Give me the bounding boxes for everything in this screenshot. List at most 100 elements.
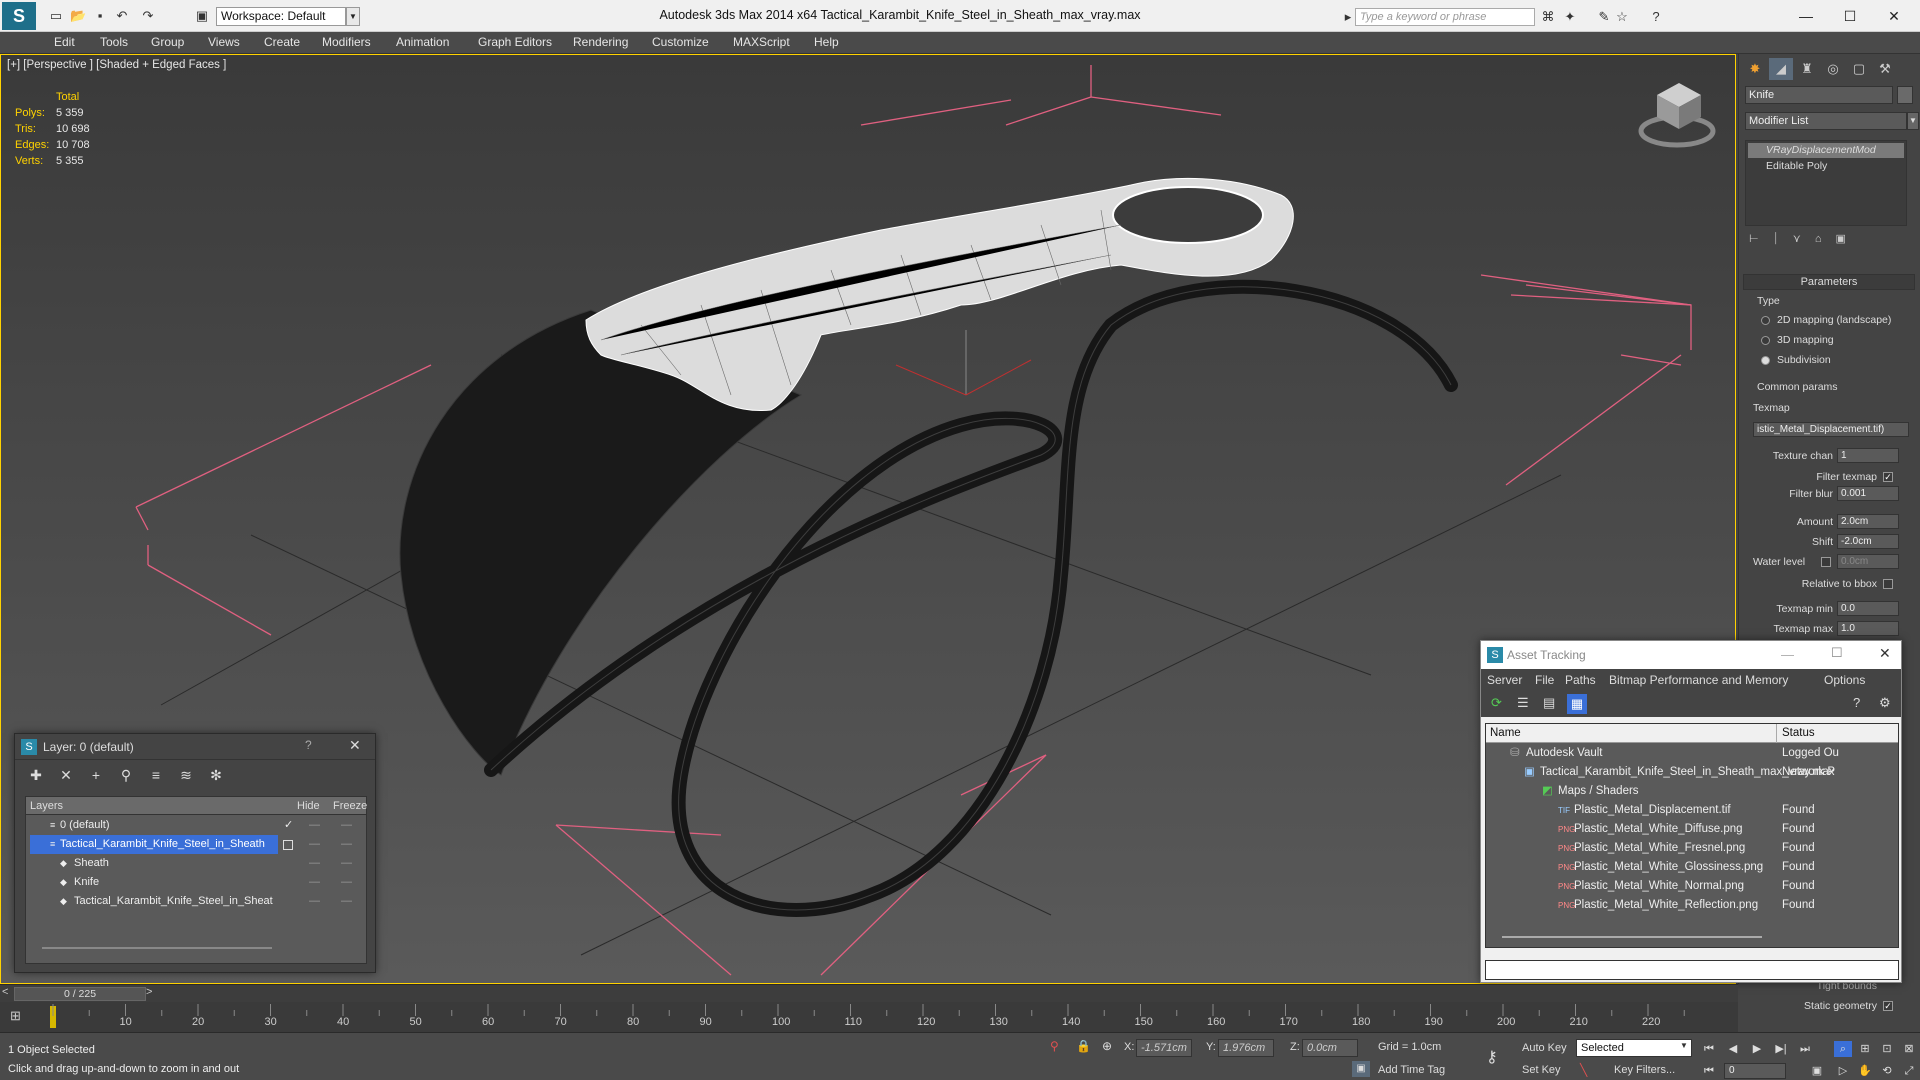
modify-tab-icon[interactable]: ◢: [1769, 58, 1793, 80]
radio-subdivision[interactable]: [1761, 356, 1770, 365]
radio-2d-mapping[interactable]: [1761, 316, 1770, 325]
next-frame-icon[interactable]: ▶|: [1772, 1041, 1790, 1057]
save-file-icon[interactable]: ▪: [92, 8, 108, 24]
active-layer-check-icon[interactable]: ✓: [284, 816, 293, 835]
asset-row[interactable]: TIF Plastic_Metal_Displacement.tif Found: [1486, 801, 1898, 820]
close-icon[interactable]: ✕: [349, 737, 361, 754]
list-view-icon[interactable]: ☰: [1517, 695, 1529, 711]
object-name-field[interactable]: Knife: [1745, 86, 1893, 104]
search-input[interactable]: Type a keyword or phrase: [1355, 8, 1535, 26]
table-view-icon[interactable]: ▤: [1543, 695, 1555, 711]
viewport-label[interactable]: [+] [Perspective ] [Shaded + Edged Faces…: [7, 59, 226, 71]
subscription-icon[interactable]: ✦: [1562, 9, 1578, 25]
help-icon[interactable]: ?: [305, 738, 312, 752]
layer-row[interactable]: ≡ 0 (default) ✓ — —: [26, 816, 366, 835]
zoom-icon[interactable]: ⌕: [1834, 1041, 1852, 1057]
asset-menu-paths[interactable]: Paths: [1565, 673, 1596, 687]
highlight-layer-icon[interactable]: ≡: [147, 766, 165, 784]
stack-tools-row[interactable]: ⊢⏐⋎⌂▣: [1749, 232, 1909, 248]
key-set-dropdown[interactable]: Selected: [1576, 1039, 1692, 1057]
add-to-layer-icon[interactable]: +: [87, 766, 105, 784]
chevron-down-icon[interactable]: ▼: [1907, 112, 1919, 130]
texmap-max-spinner[interactable]: 1.0: [1837, 621, 1899, 636]
set-active-checkbox[interactable]: [283, 840, 293, 850]
refresh-icon[interactable]: ⟳: [1491, 695, 1502, 711]
hierarchy-tab-icon[interactable]: ♜: [1795, 58, 1819, 80]
menu-animation[interactable]: Animation: [396, 35, 449, 49]
undo-icon[interactable]: ↶: [114, 8, 130, 24]
texmap-button[interactable]: istic_Metal_Displacement.tif): [1753, 422, 1909, 437]
filter-texmap-checkbox[interactable]: ✓: [1883, 472, 1893, 482]
minimize-icon[interactable]: —: [1786, 4, 1826, 28]
motion-tab-icon[interactable]: ◎: [1821, 58, 1845, 80]
play-icon[interactable]: ▶: [1748, 1041, 1766, 1057]
zoom-extents-all-icon[interactable]: ⊠: [1900, 1041, 1918, 1057]
asset-menu-bitmap-performance[interactable]: Bitmap Performance and Memory: [1609, 673, 1788, 687]
zoom-extents-icon[interactable]: ⊡: [1878, 1041, 1896, 1057]
x-coordinate-field[interactable]: -1.571cm: [1136, 1039, 1192, 1057]
lock-selection-icon[interactable]: 🔒: [1076, 1039, 1091, 1053]
water-level-spinner[interactable]: 0.0cm: [1837, 554, 1899, 569]
menu-group[interactable]: Group: [151, 35, 184, 49]
asset-row[interactable]: PNG Plastic_Metal_White_Reflection.png F…: [1486, 896, 1898, 915]
create-layer-icon[interactable]: ✚: [27, 766, 45, 784]
hide-all-icon[interactable]: ≋: [177, 766, 195, 784]
hide-toggle[interactable]: —: [309, 892, 320, 911]
close-icon[interactable]: ✕: [1879, 645, 1891, 662]
hide-toggle[interactable]: —: [309, 873, 320, 892]
maximize-icon[interactable]: ☐: [1831, 645, 1843, 661]
z-coordinate-field[interactable]: 0.0cm: [1302, 1039, 1358, 1057]
layer-row[interactable]: ◆ Sheath — —: [26, 854, 366, 873]
new-file-icon[interactable]: ▭: [48, 8, 64, 24]
orbit-icon[interactable]: ⟲: [1878, 1063, 1896, 1079]
close-icon[interactable]: ✕: [1874, 4, 1914, 28]
stack-item-editable-poly[interactable]: Editable Poly: [1748, 159, 1904, 174]
auto-key-button[interactable]: Auto Key: [1522, 1039, 1572, 1057]
hide-toggle[interactable]: —: [309, 816, 320, 835]
asset-row[interactable]: PNG Plastic_Metal_White_Glossiness.png F…: [1486, 858, 1898, 877]
parameters-rollout-header[interactable]: Parameters: [1743, 274, 1915, 290]
relative-bbox-checkbox[interactable]: [1883, 579, 1893, 589]
go-to-end-icon[interactable]: ⏭: [1796, 1041, 1814, 1057]
help-icon[interactable]: ?: [1648, 9, 1664, 25]
redo-icon[interactable]: ↷: [140, 8, 156, 24]
asset-path-field[interactable]: [1485, 960, 1899, 980]
hide-toggle[interactable]: —: [309, 854, 320, 873]
help-icon[interactable]: ?: [1853, 695, 1860, 710]
menu-views[interactable]: Views: [208, 35, 240, 49]
asset-menu-server[interactable]: Server: [1487, 673, 1522, 687]
set-key-button[interactable]: Set Key: [1522, 1061, 1568, 1079]
freeze-toggle[interactable]: —: [341, 835, 352, 854]
create-tab-icon[interactable]: ✸: [1743, 58, 1767, 80]
previous-frame-icon[interactable]: ◀: [1724, 1041, 1742, 1057]
key-filters-button[interactable]: Key Filters...: [1614, 1061, 1694, 1079]
texture-chan-spinner[interactable]: 1: [1837, 448, 1899, 463]
time-tag-icon[interactable]: ▣: [1352, 1061, 1370, 1077]
asset-row[interactable]: ◩ Maps / Shaders: [1486, 782, 1898, 801]
binoculars-icon[interactable]: ⌘: [1540, 9, 1556, 25]
display-tab-icon[interactable]: ▢: [1847, 58, 1871, 80]
y-coordinate-field[interactable]: 1.976cm: [1218, 1039, 1274, 1057]
horizontal-scrollbar[interactable]: [1502, 936, 1762, 938]
maximize-icon[interactable]: ☐: [1830, 4, 1870, 28]
go-to-start-icon[interactable]: ⏮: [1700, 1041, 1718, 1057]
asset-row[interactable]: PNG Plastic_Metal_White_Normal.png Found: [1486, 877, 1898, 896]
utilities-tab-icon[interactable]: ⚒: [1873, 58, 1897, 80]
asset-menu-file[interactable]: File: [1535, 673, 1554, 687]
amount-spinner[interactable]: 2.0cm: [1837, 514, 1899, 529]
set-keys-icon[interactable]: ╲: [1580, 1063, 1587, 1077]
time-slider-thumb[interactable]: 0 / 225: [14, 987, 146, 1001]
layer-row[interactable]: ≡ Tactical_Karambit_Knife_Steel_in_Sheat…: [26, 835, 366, 854]
freeze-toggle[interactable]: —: [341, 892, 352, 911]
menu-create[interactable]: Create: [264, 35, 300, 49]
column-divider[interactable]: [1776, 724, 1777, 743]
field-of-view-icon[interactable]: ▷: [1834, 1063, 1852, 1079]
key-mode-toggle-icon[interactable]: ⏮: [1700, 1063, 1718, 1079]
delete-layer-icon[interactable]: ✕: [57, 766, 75, 784]
col-layers[interactable]: Layers: [30, 797, 63, 815]
freeze-all-icon[interactable]: ✻: [207, 766, 225, 784]
grid-view-icon[interactable]: ▦: [1567, 694, 1587, 714]
menu-modifiers[interactable]: Modifiers: [322, 35, 371, 49]
menu-customize[interactable]: Customize: [652, 35, 709, 49]
object-color-swatch[interactable]: [1897, 86, 1913, 104]
